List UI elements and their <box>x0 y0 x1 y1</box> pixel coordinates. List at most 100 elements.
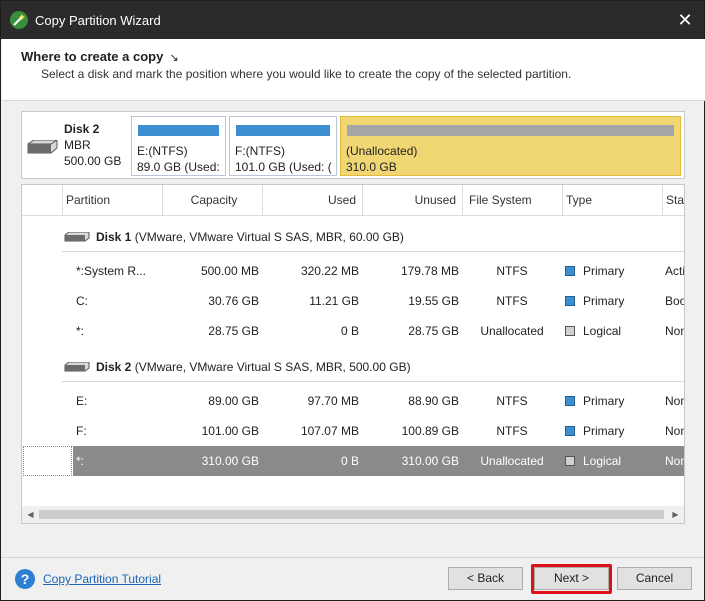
disk-header-label: Disk 1 (VMware, VMware Virtual S SAS, MB… <box>96 230 404 244</box>
cell-file-system: Unallocated <box>480 454 544 468</box>
cell-used: 107.07 MB <box>300 424 359 438</box>
partition-block-e[interactable]: E:(NTFS) 89.0 GB (Used: <box>131 116 226 176</box>
partition-block-label: (Unallocated) <box>346 144 418 158</box>
cell-used: 97.70 MB <box>307 394 359 408</box>
logical-color-swatch <box>565 326 575 336</box>
hard-disk-icon <box>27 140 58 154</box>
title-bar: Copy Partition Wizard ✕ <box>1 1 704 39</box>
primary-color-swatch <box>565 296 575 306</box>
partition-block-label: E:(NTFS) <box>137 144 188 158</box>
partition-block-unallocated[interactable]: (Unallocated) 310.0 GB <box>340 116 681 176</box>
cell-partition: *: <box>76 454 85 468</box>
cell-used: 320.22 MB <box>300 264 359 278</box>
cell-type: Primary <box>565 286 662 316</box>
cell-unused: 28.75 GB <box>408 324 459 338</box>
table-row[interactable]: E: 89.00 GB 97.70 MB 88.90 GB NTFS Prima… <box>22 386 684 416</box>
cell-unused: 179.78 MB <box>400 264 459 278</box>
cell-partition: C: <box>76 294 88 308</box>
cell-type: Logical <box>565 316 662 346</box>
table-row[interactable]: F: 101.00 GB 107.07 MB 100.89 GB NTFS Pr… <box>22 416 684 446</box>
partition-block-detail: 101.0 GB (Used: ( <box>235 160 332 174</box>
disk-header-row[interactable]: Disk 2 (VMware, VMware Virtual S SAS, MB… <box>22 352 684 382</box>
cell-type: Logical <box>565 446 662 476</box>
table-row[interactable]: C: 30.76 GB 11.21 GB 19.55 GB NTFS Prima… <box>22 286 684 316</box>
cell-partition: E: <box>76 394 88 408</box>
step-subtitle: Select a disk and mark the position wher… <box>41 67 572 81</box>
column-header-unused[interactable]: Unused <box>362 185 462 216</box>
mouse-cursor-icon: ↘ <box>169 52 179 64</box>
horizontal-scrollbar[interactable]: ◀ ▶ <box>22 506 684 523</box>
partition-usage-bar <box>347 125 674 136</box>
table-row-selected[interactable]: *: 310.00 GB 0 B 310.00 GB Unallocated L… <box>22 446 684 476</box>
partition-block-label: F:(NTFS) <box>235 144 285 158</box>
disk-header-label: Disk 2 (VMware, VMware Virtual S SAS, MB… <box>96 360 411 374</box>
partition-usage-bar <box>236 125 330 136</box>
disk-map-type: MBR <box>64 138 91 152</box>
cell-status: Non <box>665 324 684 338</box>
scrollbar-thumb[interactable] <box>39 510 664 519</box>
disk-header-divider <box>62 381 684 382</box>
window-title: Copy Partition Wizard <box>35 12 161 28</box>
disk-map-size: 500.00 GB <box>64 154 122 168</box>
partition-block-f[interactable]: F:(NTFS) 101.0 GB (Used: ( <box>229 116 337 176</box>
next-button-highlight-box <box>531 564 612 594</box>
cell-unused: 88.90 GB <box>408 394 459 408</box>
close-icon: ✕ <box>677 10 693 30</box>
partition-table: Partition Capacity Used Unused File Syst… <box>21 184 685 524</box>
scroll-right-arrow-icon[interactable]: ▶ <box>667 506 684 523</box>
cell-status: Acti <box>665 264 684 278</box>
table-header: Partition Capacity Used Unused File Syst… <box>22 185 684 216</box>
cell-partition: *:System R... <box>76 264 147 278</box>
cell-status: Boo <box>665 294 684 308</box>
tutorial-link[interactable]: Copy Partition Tutorial <box>43 572 161 586</box>
disk-map-name: Disk 2 <box>64 122 100 136</box>
cell-file-system: NTFS <box>496 394 528 408</box>
cell-file-system: NTFS <box>496 294 528 308</box>
primary-color-swatch <box>565 426 575 436</box>
cell-file-system: NTFS <box>496 264 528 278</box>
cell-type: Primary <box>565 256 662 286</box>
column-header-status[interactable]: Sta <box>662 185 684 216</box>
cell-status: Non <box>665 424 684 438</box>
column-header-used[interactable]: Used <box>262 185 362 216</box>
cell-type: Primary <box>565 416 662 446</box>
step-title: Where to create a copy ↘ <box>21 49 179 64</box>
cell-status: Non <box>665 394 684 408</box>
logical-color-swatch <box>565 456 575 466</box>
cell-used: 0 B <box>340 454 359 468</box>
column-header-file-system[interactable]: File System <box>462 185 562 216</box>
primary-color-swatch <box>565 396 575 406</box>
help-question-icon[interactable]: ? <box>15 569 35 589</box>
cell-used: 0 B <box>340 324 359 338</box>
column-header-partition[interactable]: Partition <box>62 185 162 216</box>
cell-partition: *: <box>76 324 85 338</box>
table-row[interactable]: *: 28.75 GB 0 B 28.75 GB Unallocated Log… <box>22 316 684 346</box>
scroll-left-arrow-icon[interactable]: ◀ <box>22 506 39 523</box>
cell-file-system: NTFS <box>496 424 528 438</box>
partition-block-detail: 89.0 GB (Used: <box>137 160 220 174</box>
disk-header-divider <box>62 251 684 252</box>
cell-partition: F: <box>76 424 87 438</box>
wizard-wand-icon <box>10 11 28 29</box>
hard-disk-icon <box>64 232 90 242</box>
column-header-capacity[interactable]: Capacity <box>162 185 262 216</box>
hard-disk-icon <box>64 362 90 372</box>
cell-capacity: 30.76 GB <box>208 294 259 308</box>
cell-capacity: 310.00 GB <box>201 454 259 468</box>
close-button[interactable]: ✕ <box>674 9 696 31</box>
cell-unused: 19.55 GB <box>408 294 459 308</box>
cell-status: Non <box>665 454 684 468</box>
column-header-type[interactable]: Type <box>562 185 662 216</box>
table-row[interactable]: *:System R... 500.00 MB 320.22 MB 179.78… <box>22 256 684 286</box>
back-button[interactable]: < Back <box>448 567 523 590</box>
partition-usage-bar <box>138 125 219 136</box>
disk-map[interactable]: Disk 2 MBR 500.00 GB E:(NTFS) 89.0 GB (U… <box>21 111 685 179</box>
cancel-button[interactable]: Cancel <box>617 567 692 590</box>
cell-capacity: 89.00 GB <box>208 394 259 408</box>
cell-type: Primary <box>565 386 662 416</box>
copy-partition-wizard-window: Copy Partition Wizard ✕ Where to create … <box>0 0 705 601</box>
column-header-blank <box>22 185 62 216</box>
cell-unused: 100.89 GB <box>401 424 459 438</box>
disk-header-row[interactable]: Disk 1 (VMware, VMware Virtual S SAS, MB… <box>22 222 684 252</box>
cell-capacity: 500.00 MB <box>200 264 259 278</box>
